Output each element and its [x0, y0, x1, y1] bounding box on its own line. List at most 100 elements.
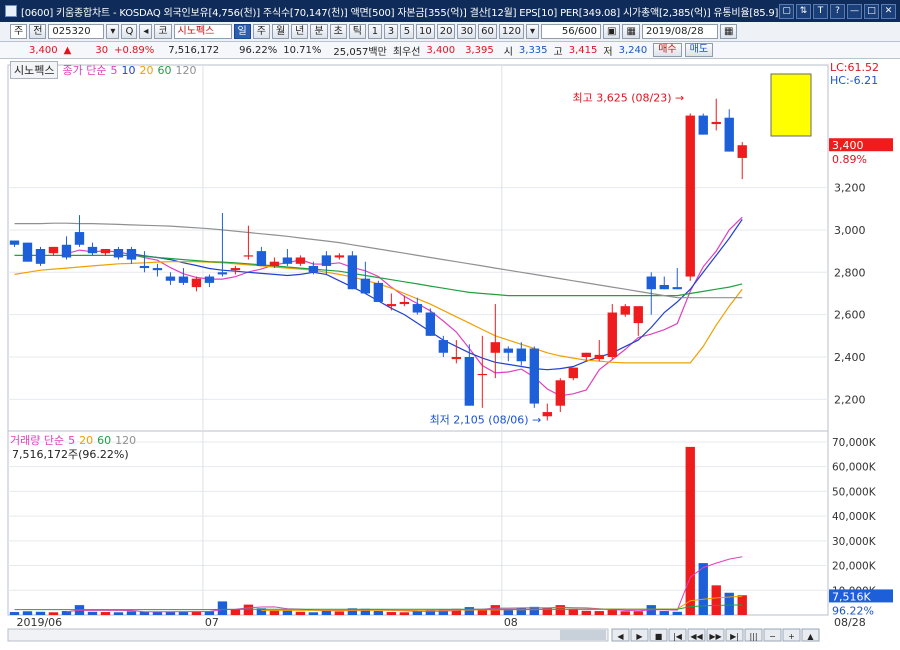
nav-icon[interactable]: ▶	[636, 632, 643, 641]
buy-button[interactable]: 매수	[653, 43, 682, 57]
volume-ma60-line	[14, 604, 743, 611]
volume-bar	[399, 612, 410, 615]
candle-body	[594, 354, 604, 360]
nav-icon[interactable]: ▲	[807, 632, 814, 641]
legend-stock-name[interactable]: 시노펙스	[10, 61, 59, 79]
candle-body	[126, 249, 137, 260]
calendar-icon[interactable]: ▦	[622, 24, 640, 39]
candle-body	[529, 348, 539, 404]
candle-body	[9, 240, 20, 245]
nav-icon[interactable]: +	[788, 632, 795, 641]
candle-body	[451, 357, 462, 360]
legend-vol-ma20: 20	[79, 433, 94, 447]
low-price: 3,240	[618, 44, 648, 56]
current-price: 3,400	[29, 44, 58, 56]
all-button[interactable]: 전	[29, 24, 47, 39]
chart-type-select[interactable]: 주	[10, 24, 28, 39]
interval-5-button[interactable]: 5	[399, 24, 414, 39]
bid-price: 3,395	[465, 44, 494, 56]
open-label: 시	[503, 46, 513, 58]
volume-ratio: 96.22%	[239, 44, 278, 56]
date-field[interactable]: 2019/08/28	[641, 24, 718, 39]
volume-bar	[412, 611, 423, 615]
price-tick-label: 2,400	[834, 351, 866, 364]
volume-tick-label: 70,000K	[832, 437, 877, 449]
interval-dropdown-icon[interactable]: ▾	[526, 24, 540, 39]
candle-body	[607, 312, 617, 357]
nav-icon[interactable]: |||	[749, 632, 757, 641]
interval-30-button[interactable]: 30	[457, 24, 477, 39]
nav-icon[interactable]: ▶|	[730, 632, 739, 641]
candle-body	[178, 276, 189, 283]
candle-body	[412, 304, 423, 313]
volume-bar	[516, 607, 526, 615]
lock-icon[interactable]: ▣	[603, 24, 621, 39]
period-minute-button[interactable]: 분	[310, 24, 328, 39]
nav-icon[interactable]: −	[769, 632, 776, 641]
nav-icon[interactable]: ◀◀	[690, 632, 703, 641]
period-month-button[interactable]: 월	[271, 24, 290, 39]
nav-icon[interactable]: ▶▶	[709, 632, 722, 641]
candlestick-chart[interactable]: 3,200 3,000 2,800 2,600 2,400 2,200 70,000K 60,…	[0, 59, 900, 650]
low-label: 저	[603, 46, 613, 58]
interval-1-button[interactable]: 1	[367, 24, 382, 39]
legend-ma10: 10	[121, 63, 136, 77]
data-count-field[interactable]: 56/600	[541, 24, 602, 39]
volume-tick-label: 60,000K	[832, 462, 877, 474]
candle-body	[659, 285, 669, 290]
date-picker-icon[interactable]: ▦	[719, 24, 738, 39]
volume-bar	[659, 611, 669, 615]
candle-body	[243, 255, 254, 257]
swap-icon[interactable]: ⇅	[796, 3, 811, 19]
dropdown-icon[interactable]: ▾	[106, 24, 120, 39]
period-week-button[interactable]: 주	[252, 24, 270, 39]
chart-area[interactable]: 3,200 3,000 2,800 2,600 2,400 2,200 70,000K 60,…	[0, 59, 900, 650]
interval-60-button[interactable]: 60	[478, 24, 497, 39]
link-icon[interactable]: ▢	[779, 3, 794, 19]
minimize-icon[interactable]: —	[847, 3, 862, 19]
sell-button[interactable]: 매도	[684, 43, 714, 57]
volume-bar	[711, 585, 721, 615]
interval-20-button[interactable]: 20	[436, 24, 456, 39]
interval-10-button[interactable]: 10	[415, 24, 435, 39]
stock-name-field[interactable]: 시노펙스	[173, 24, 232, 39]
best-label: 최우선	[392, 46, 421, 58]
name-select-button[interactable]: 코	[154, 24, 172, 39]
volume-bar	[217, 601, 228, 615]
legend-ma120: 120	[175, 63, 197, 77]
price-tick-label: 2,600	[834, 309, 866, 322]
nav-icon[interactable]: ◀	[617, 632, 624, 641]
volume-bar	[477, 609, 488, 615]
nav-icon[interactable]: ■	[655, 632, 663, 641]
candle-body	[516, 348, 526, 362]
search-icon[interactable]: Q	[121, 24, 138, 39]
period-year-button[interactable]: 년	[291, 24, 309, 39]
close-icon[interactable]: ✕	[881, 3, 896, 19]
help-icon[interactable]: ?	[830, 3, 845, 19]
period-tick-button[interactable]: 틱	[348, 24, 366, 39]
volume-bar	[178, 612, 189, 615]
candle-body	[581, 352, 591, 357]
candle-body	[269, 261, 280, 266]
candle-body	[61, 244, 72, 258]
candle-body	[464, 357, 475, 406]
nav-icon[interactable]: |◀	[673, 632, 683, 641]
stock-code-input[interactable]: 025320	[48, 24, 105, 39]
interval-120-button[interactable]: 120	[498, 24, 524, 39]
candle-body	[620, 306, 630, 315]
speaker-icon[interactable]: ◂	[139, 24, 153, 39]
volume-bar	[35, 611, 46, 615]
volume-bar	[87, 611, 98, 615]
candle-body	[633, 306, 643, 324]
last-volume-rate-label: 96.22%	[832, 604, 874, 617]
candle-body	[373, 282, 384, 302]
period-second-button[interactable]: 초	[329, 24, 347, 39]
trade-amount: 25,057백만	[333, 46, 387, 58]
volume-bar	[100, 612, 111, 615]
period-day-button[interactable]: 일	[233, 24, 251, 39]
volume-bar	[503, 609, 513, 615]
candle-body	[477, 373, 488, 376]
interval-3-button[interactable]: 3	[383, 24, 398, 39]
text-icon[interactable]: T	[813, 3, 828, 19]
maximize-icon[interactable]: □	[864, 3, 879, 19]
